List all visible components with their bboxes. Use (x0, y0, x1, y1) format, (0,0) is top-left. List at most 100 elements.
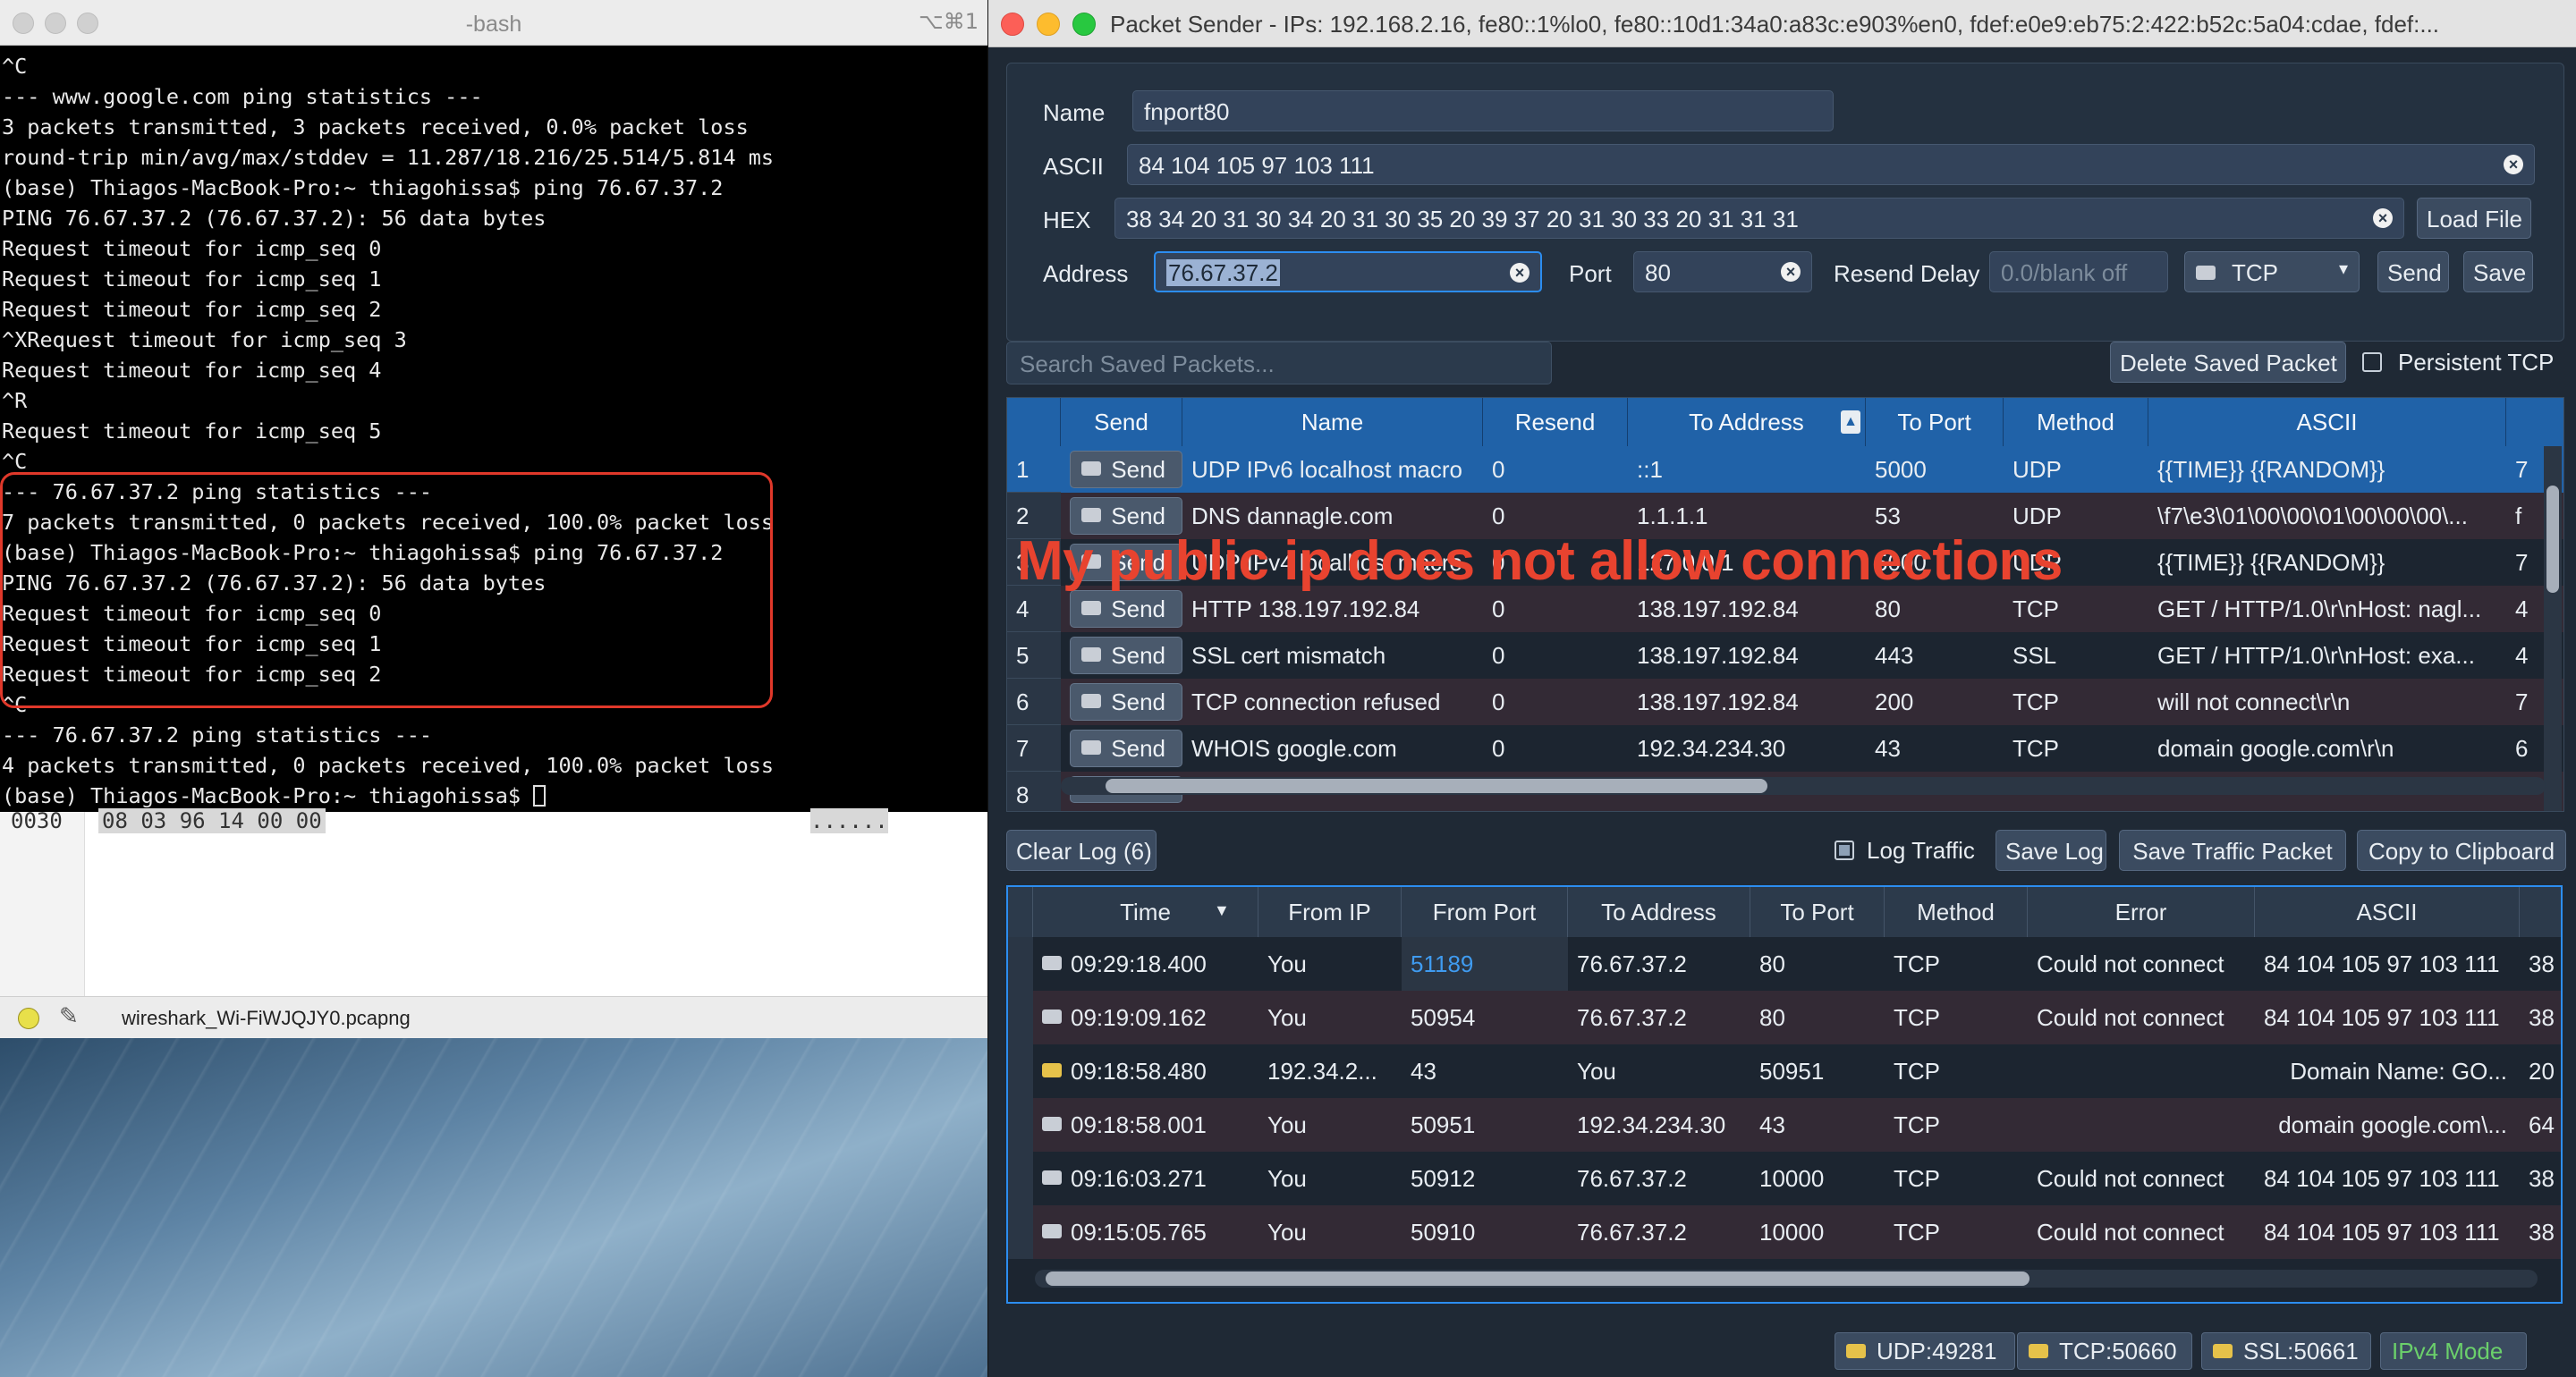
horizontal-scrollbar[interactable] (1061, 777, 2546, 795)
cell-resend: 0 (1492, 456, 1505, 483)
log-row[interactable]: 09:18:58.001 You 50951 192.34.234.30 43 TCP do… (1008, 1098, 2561, 1152)
ascii-input[interactable]: 84 104 105 97 103 111 × (1127, 144, 2535, 185)
clear-icon[interactable]: × (2504, 155, 2523, 174)
scroll-thumb[interactable] (1046, 1271, 2029, 1286)
send-label: Send (1111, 596, 1165, 622)
cell-name: SSL cert mismatch (1191, 642, 1386, 669)
log-row[interactable]: 09:15:05.765 You 50910 76.67.37.2 10000 TCP Co… (1008, 1205, 2561, 1259)
cell-from-ip: You (1267, 1165, 1307, 1192)
log-row[interactable]: 09:19:09.162 You 50954 76.67.37.2 80 TCP Could… (1008, 991, 2561, 1044)
row-number: 8 (1007, 772, 1061, 811)
clear-icon[interactable]: × (2373, 208, 2393, 228)
send-icon (1081, 647, 1101, 662)
terminal-line: Request timeout for icmp_seq 4 (2, 358, 382, 383)
ssl-port-status[interactable]: SSL:50661 (2201, 1332, 2371, 1370)
name-input[interactable]: fnport80 (1132, 90, 1834, 131)
horizontal-scrollbar[interactable] (1035, 1270, 2538, 1288)
resend-delay-input[interactable]: 0.0/blank off (1989, 251, 2168, 292)
delete-saved-packet-button[interactable]: Delete Saved Packet (2110, 342, 2346, 383)
column-header-to-address[interactable]: To Address (1568, 887, 1750, 937)
terminal-titlebar: -bash ⌥⌘1 (0, 0, 987, 46)
column-header-send[interactable]: Send (1061, 398, 1182, 446)
send-button[interactable]: Send (2377, 251, 2449, 292)
clear-icon[interactable]: × (1781, 262, 1801, 282)
row-send-button[interactable]: Send (1070, 683, 1182, 721)
method-select[interactable]: TCP ▾ (2184, 251, 2360, 292)
search-saved-packets-input[interactable]: Search Saved Packets... (1006, 342, 1552, 384)
udp-port-status[interactable]: UDP:49281 (1835, 1332, 2015, 1370)
cell-from-port: 50951 (1411, 1111, 1476, 1138)
column-header-method[interactable]: Method (2004, 398, 2148, 446)
edit-comment-icon[interactable]: ✎ (59, 1002, 79, 1030)
terminal-line: (base) Thiagos-MacBook-Pro:~ thiagohissa… (2, 175, 724, 200)
terminal-line: --- 76.67.37.2 ping statistics --- (2, 722, 433, 748)
row-send-button[interactable]: Send (1070, 637, 1182, 674)
traffic-log-table[interactable]: Time From IP From Port To Address To Port Met… (1006, 885, 2563, 1304)
cell-resend: 0 (1492, 642, 1505, 669)
saved-packets-table[interactable]: Send Name Resend To Address To Port Method ASC… (1006, 397, 2564, 812)
save-log-button[interactable]: Save Log (1996, 830, 2106, 871)
cell-port: 80 (1759, 950, 1785, 977)
row-send-button[interactable]: Send (1070, 730, 1182, 767)
log-row[interactable]: 09:29:18.400 You 51189 76.67.37.2 80 TCP Could… (1008, 937, 2561, 991)
saved-packet-row[interactable]: 7 Send WHOIS google.com 0 192.34.234.30 43 TCP… (1007, 725, 2563, 772)
saved-packet-row[interactable]: 5 Send SSL cert mismatch 0 138.197.192.84 443… (1007, 632, 2563, 679)
saved-table-header: Send Name Resend To Address To Port Method ASC… (1007, 398, 2563, 446)
log-row[interactable]: 09:16:03.271 You 50912 76.67.37.2 10000 TCP Co… (1008, 1152, 2561, 1205)
cell-port: 80 (1759, 1004, 1785, 1031)
persistent-tcp-checkbox[interactable] (2362, 352, 2382, 372)
cell-from-port: 50954 (1411, 1004, 1476, 1031)
ipv4-mode-button[interactable]: IPv4 Mode (2380, 1332, 2527, 1370)
log-traffic-checkbox[interactable] (1835, 841, 1854, 860)
address-label: Address (1043, 260, 1129, 287)
terminal-cursor (533, 785, 547, 807)
clear-icon[interactable]: × (1510, 263, 1530, 283)
hex-ascii[interactable]: ...... (810, 808, 888, 833)
column-header-error[interactable]: Error (2028, 887, 2255, 937)
column-header-resend[interactable]: Resend (1483, 398, 1628, 446)
capture-status-icon[interactable] (18, 1008, 39, 1029)
row-send-button[interactable]: Send (1070, 590, 1182, 628)
save-button[interactable]: Save (2463, 251, 2533, 292)
load-file-button[interactable]: Load File (2417, 198, 2531, 239)
sort-ascending-icon[interactable]: ▲ (1841, 410, 1860, 434)
cell-port: 5000 (1875, 456, 1927, 483)
terminal-line: 3 packets transmitted, 3 packets receive… (2, 114, 749, 139)
column-header-to-port[interactable]: To Port (1866, 398, 2004, 446)
cell-to: 192.34.234.30 (1637, 735, 1786, 762)
column-header-ascii[interactable]: ASCII (2148, 398, 2506, 446)
saved-packet-row[interactable]: 6 Send TCP connection refused 0 138.197.192.… (1007, 679, 2563, 725)
hex-input[interactable]: 38 34 20 31 30 34 20 31 30 35 20 39 37 2… (1114, 198, 2404, 239)
port-input[interactable]: 80 × (1633, 251, 1812, 292)
hex-bytes[interactable]: 08 03 96 14 00 00 (98, 808, 326, 833)
cell-ascii: GET / HTTP/1.0\r\nHost: nagl... (2157, 596, 2482, 622)
cell-from-port: 50912 (1411, 1165, 1476, 1192)
column-header-from-ip[interactable]: From IP (1258, 887, 1402, 937)
row-send-button[interactable]: Send (1070, 451, 1182, 488)
chevron-down-icon: ▾ (2338, 259, 2348, 279)
row-gutter-header (1008, 887, 1033, 937)
clear-log-button[interactable]: Clear Log (6) (1006, 830, 1157, 871)
outgoing-packet-icon (1042, 1224, 1062, 1238)
column-header-to-port[interactable]: To Port (1750, 887, 1885, 937)
column-header-from-port[interactable]: From Port (1402, 887, 1568, 937)
cell-port: 10000 (1759, 1219, 1825, 1246)
scroll-thumb[interactable] (1106, 779, 1767, 793)
saved-packet-row[interactable]: 1 Send UDP IPv6 localhost macro 0::1 5000 UDP… (1007, 446, 2563, 493)
column-header-to-address[interactable]: To Address (1628, 398, 1866, 446)
column-header-hex[interactable] (2520, 887, 2561, 937)
column-header-method[interactable]: Method (1885, 887, 2028, 937)
tcp-port-status[interactable]: TCP:50660 (2017, 1332, 2192, 1370)
minimize-button[interactable] (1037, 13, 1060, 36)
column-header-name[interactable]: Name (1182, 398, 1483, 446)
log-row[interactable]: 09:18:58.480 192.34.2... 43 You 50951 TCP Doma… (1008, 1044, 2561, 1098)
vertical-scrollbar[interactable] (2544, 446, 2562, 811)
scroll-thumb[interactable] (2546, 486, 2559, 593)
column-header-ascii[interactable]: ASCII (2255, 887, 2520, 937)
copy-to-clipboard-button[interactable]: Copy to Clipboard (2357, 830, 2566, 871)
zoom-button[interactable] (1072, 13, 1096, 36)
close-button[interactable] (1001, 13, 1024, 36)
address-input[interactable]: 76.67.37.2 × (1154, 251, 1542, 292)
sort-descending-icon[interactable]: ▼ (1214, 901, 1230, 920)
save-traffic-packet-button[interactable]: Save Traffic Packet (2119, 830, 2346, 871)
